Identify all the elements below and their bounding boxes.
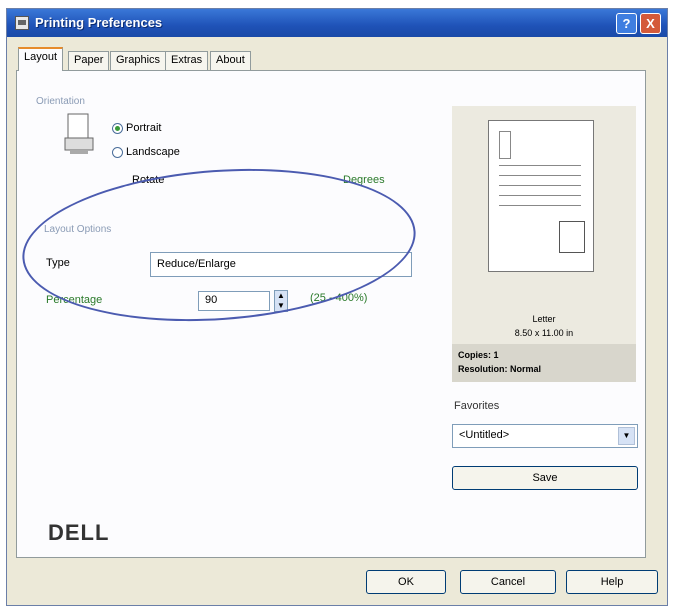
ok-button[interactable]: OK <box>366 570 446 594</box>
help-button[interactable]: Help <box>566 570 658 594</box>
dell-logo: DELL <box>48 520 110 545</box>
tab-extras[interactable]: Extras <box>165 51 209 70</box>
orientation-group-label: Orientation <box>36 96 85 107</box>
preview-letter-mark <box>499 131 511 159</box>
close-button[interactable]: X <box>640 13 661 34</box>
copies-text: Copies: 1 <box>458 350 499 360</box>
landscape-radio[interactable] <box>112 146 123 158</box>
page-preview: Letter 8.50 x 11.00 in Copies: 1 Resolut… <box>452 106 636 382</box>
preview-line <box>499 205 581 206</box>
preview-line <box>499 165 581 166</box>
preview-line <box>499 195 581 196</box>
preview-image-box <box>559 221 585 253</box>
favorites-select[interactable]: <Untitled> ▼ <box>452 424 638 448</box>
save-button[interactable]: Save <box>452 466 638 490</box>
portrait-page-icon <box>64 113 94 154</box>
portrait-label: Portrait <box>126 122 162 134</box>
tab-paper[interactable]: Paper <box>68 51 110 70</box>
landscape-label: Landscape <box>126 146 180 158</box>
title-bar[interactable]: Printing Preferences ? X <box>7 9 667 37</box>
cancel-button[interactable]: Cancel <box>460 570 556 594</box>
favorites-label: Favorites <box>454 400 500 412</box>
landscape-option[interactable]: Landscape <box>112 146 180 158</box>
favorites-selected: <Untitled> <box>459 429 510 441</box>
portrait-option[interactable]: Portrait <box>112 122 161 134</box>
preview-info-band: Copies: 1 Resolution: Normal <box>452 344 636 382</box>
printer-icon <box>15 16 29 30</box>
paper-name: Letter <box>532 314 556 324</box>
chevron-down-icon[interactable]: ▼ <box>618 427 635 445</box>
preview-line <box>499 185 581 186</box>
tab-about[interactable]: About <box>210 51 251 70</box>
title-help-button[interactable]: ? <box>616 13 637 34</box>
tab-layout[interactable]: Layout <box>18 47 64 71</box>
resolution-text: Resolution: Normal <box>458 364 542 374</box>
portrait-radio[interactable] <box>112 122 123 134</box>
preview-page <box>488 120 594 272</box>
tab-graphics[interactable]: Graphics <box>110 51 167 70</box>
preview-line <box>499 175 581 176</box>
paper-size: 8.50 x 11.00 in <box>514 328 574 338</box>
window-title: Printing Preferences <box>35 15 163 30</box>
